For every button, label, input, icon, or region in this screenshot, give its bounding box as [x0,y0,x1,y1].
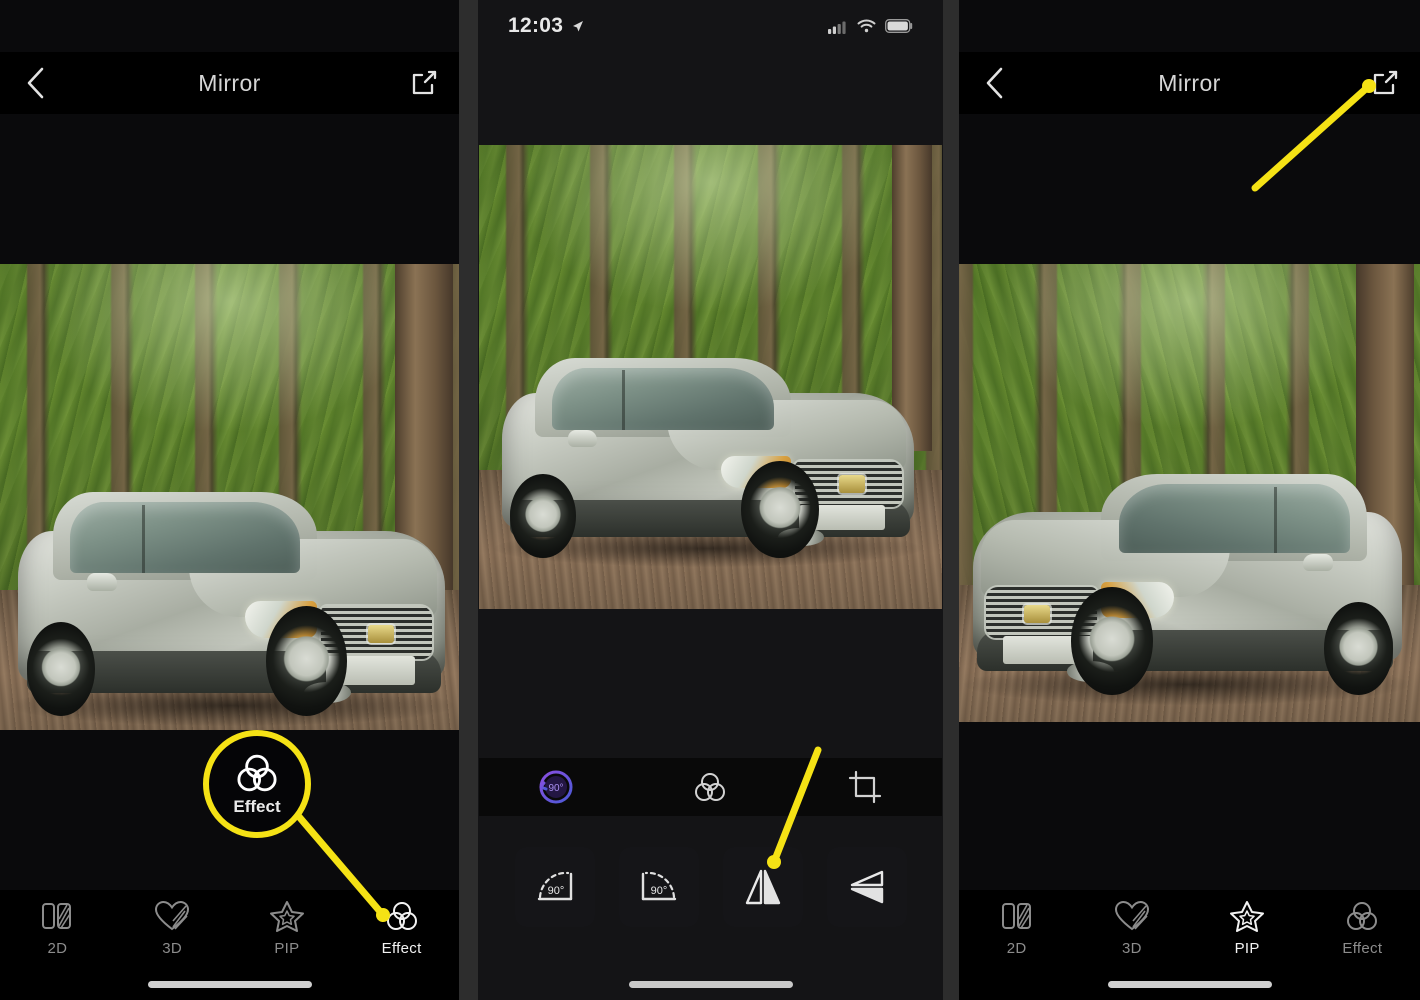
callout-label: Effect [233,796,281,816]
rotate-90-icon: 90° [539,770,573,804]
share-export-icon [412,70,437,95]
rotate-right-90-icon: 90° [641,871,676,901]
bottom-tab-bar-panel1: 2D 3D PIP Effect [0,890,459,1000]
status-time-group: 12:03 [508,14,585,38]
tab-label: PIP [1234,940,1260,957]
page-title: Mirror [1158,69,1221,96]
tab-effect[interactable]: Effect [344,900,459,957]
home-indicator[interactable] [1107,981,1272,988]
rotate-left-90-icon: 90° [537,871,572,901]
car-photo-subject [9,455,454,727]
tab-label: 2D [47,940,68,957]
photo-canvas-panel3[interactable] [959,264,1420,722]
edit-mode-toolbar: 90° [479,758,942,816]
tool-mirror-horizontal[interactable] [722,847,803,927]
three-circles-icon [695,773,726,801]
tab-label: Effect [381,940,422,957]
share-export-icon [1373,70,1398,95]
bottom-tab-bar-panel3: 2D 3D PIP Effect [959,890,1420,1000]
heart-icon [155,900,190,931]
three-circles-icon [237,754,277,791]
edit-tab-effect[interactable] [673,762,747,812]
photo-canvas-panel2[interactable] [479,145,942,609]
tool-rotate-right[interactable]: 90° [618,847,699,927]
phone-panel-1: Mirror 2D 3D PIP Effect Effect [0,0,459,1000]
tab-label: Effect [1342,940,1383,957]
heart-icon [1114,900,1149,931]
tool-flip-vertical[interactable] [826,847,907,927]
callout-effect-magnifier: Effect [203,730,311,838]
tab-label: 3D [162,940,183,957]
phone-panel-2: 12:03 90° 90° 90° [478,0,943,1000]
transform-tool-row: 90° 90° [479,843,942,931]
crop-icon [848,770,881,804]
battery-full-icon [885,19,913,33]
back-button[interactable] [959,52,1029,114]
nav-bar-panel3: Mirror [959,52,1420,114]
back-button[interactable] [0,52,70,114]
share-button[interactable] [1350,52,1420,114]
status-bar: 12:03 [478,0,943,52]
phone-panel-3: Mirror 2D 3D PIP Effect [959,0,1420,1000]
page-title: Mirror [198,69,261,96]
photo-canvas-panel1[interactable] [0,264,459,730]
tab-3d[interactable]: 3D [1074,900,1189,957]
tab-2d[interactable]: 2D [0,900,115,957]
status-indicators [828,19,913,34]
two-panel-icon [1001,903,1031,929]
cellular-signal-icon [828,21,846,34]
tab-label: 3D [1121,940,1142,957]
tab-3d[interactable]: 3D [115,900,230,957]
chevron-left-icon [27,67,44,99]
star-icon [1230,901,1265,932]
status-time: 12:03 [508,14,564,37]
car-photo-subject-mirrored [964,438,1411,705]
home-indicator[interactable] [628,981,793,988]
tool-rotate-left[interactable]: 90° [514,847,595,927]
tab-label: PIP [274,940,300,957]
two-panel-icon [42,903,72,929]
nav-bar-panel1: Mirror [0,52,459,114]
svg-text:90°: 90° [549,783,564,794]
edit-tab-rotate[interactable]: 90° [519,762,593,812]
three-circles-icon [386,902,417,930]
share-button[interactable] [389,52,459,114]
location-arrow-icon [573,20,584,31]
wifi-icon [857,19,876,33]
screenshot-stage: Mirror 2D 3D PIP Effect Effect 12:03 90°… [0,0,1420,1000]
home-indicator[interactable] [147,981,312,988]
tab-label: 2D [1006,940,1027,957]
tab-2d[interactable]: 2D [959,900,1074,957]
tab-pip[interactable]: PIP [1190,900,1305,957]
svg-text:90°: 90° [547,885,564,897]
flip-vertical-icon [850,870,883,904]
mirror-horizontal-icon [745,869,780,905]
star-icon [269,901,304,932]
car-photo-subject [493,326,923,568]
edit-tab-crop[interactable] [828,762,902,812]
chevron-left-icon [986,67,1003,99]
tab-effect[interactable]: Effect [1305,900,1420,957]
three-circles-icon [1347,902,1378,930]
tab-pip[interactable]: PIP [230,900,345,957]
svg-text:90°: 90° [650,885,667,897]
